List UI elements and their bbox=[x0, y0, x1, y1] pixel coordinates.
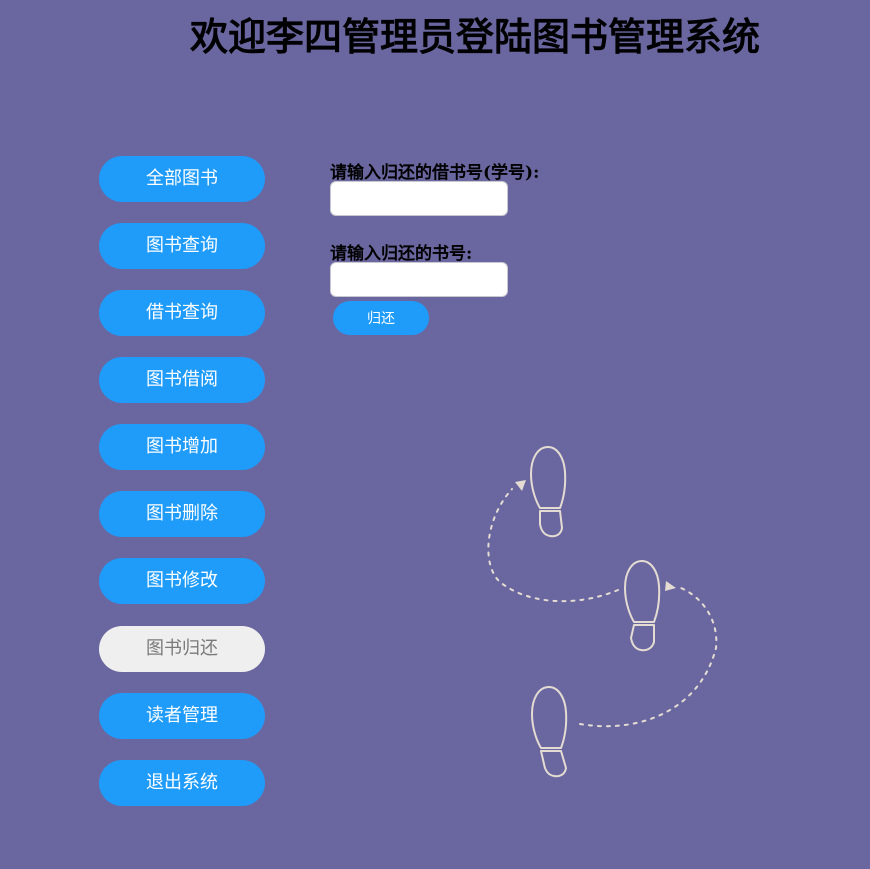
sidebar-item-book-add[interactable]: 图书增加 bbox=[99, 424, 265, 470]
sidebar-item-book-edit[interactable]: 图书修改 bbox=[99, 558, 265, 604]
sidebar-item-logout[interactable]: 退出系统 bbox=[99, 760, 265, 806]
book-id-input[interactable] bbox=[330, 262, 508, 297]
sidebar-item-borrow-search[interactable]: 借书查询 bbox=[99, 290, 265, 336]
book-id-label: 请输入归还的书号: bbox=[330, 244, 473, 264]
sidebar-item-book-borrow[interactable]: 图书借阅 bbox=[99, 357, 265, 403]
borrow-id-input[interactable] bbox=[330, 181, 508, 216]
return-button[interactable]: 归还 bbox=[333, 301, 429, 335]
sidebar-item-all-books[interactable]: 全部图书 bbox=[99, 156, 265, 202]
footprints-icon bbox=[487, 446, 718, 778]
sidebar-item-book-return[interactable]: 图书归还 bbox=[99, 626, 265, 672]
sidebar-item-reader-manage[interactable]: 读者管理 bbox=[99, 693, 265, 739]
borrow-id-label: 请输入归还的借书号(学号): bbox=[330, 163, 540, 183]
sidebar-item-book-search[interactable]: 图书查询 bbox=[99, 223, 265, 269]
page-title: 欢迎李四管理员登陆图书管理系统 bbox=[189, 15, 760, 59]
sidebar-item-book-delete[interactable]: 图书删除 bbox=[99, 491, 265, 537]
